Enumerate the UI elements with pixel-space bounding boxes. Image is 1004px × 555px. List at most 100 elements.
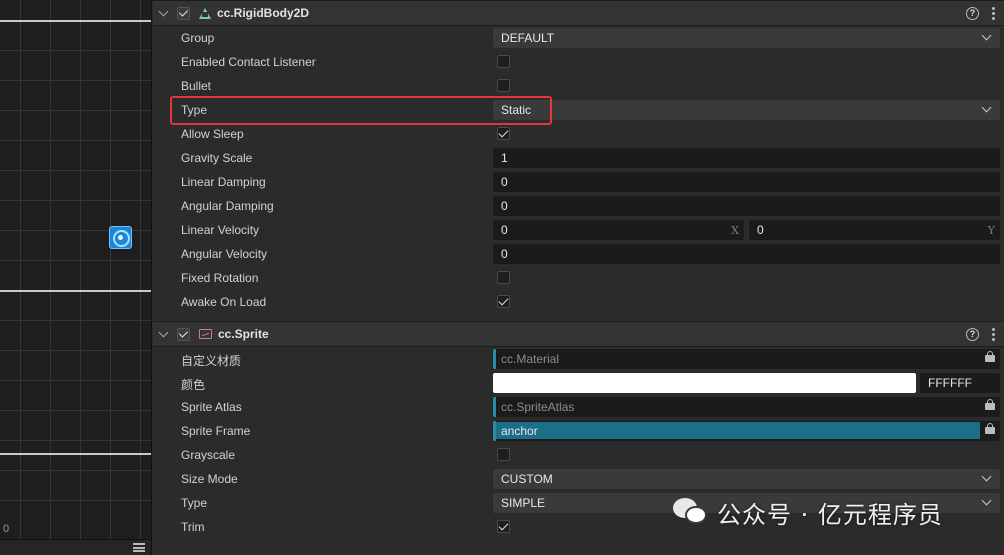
fixed-rotation-checkbox[interactable] (497, 271, 510, 284)
chevron-down-icon[interactable] (159, 8, 169, 18)
more-options-icon[interactable] (992, 328, 995, 342)
trim-checkbox[interactable] (497, 520, 510, 533)
watermark-text: 公众号 · 亿元程序员 (717, 500, 943, 529)
grid-line (0, 470, 151, 471)
prop-row-fixed-rotation: Fixed Rotation (153, 266, 1004, 290)
grid-line (0, 260, 151, 261)
angular-damping-input[interactable]: 0 (493, 196, 1000, 216)
sprite-type-label: Type (181, 496, 208, 510)
sprite-frame-fill (496, 422, 980, 439)
help-icon[interactable]: ? (966, 7, 979, 20)
bullet-label: Bullet (181, 79, 212, 93)
rigidbody-icon (199, 7, 211, 19)
rigidbody-header[interactable]: cc.RigidBody2D ? (153, 0, 1004, 26)
chevron-down-icon (981, 30, 992, 41)
grid-line (20, 0, 21, 555)
lock-icon[interactable] (985, 399, 995, 410)
linear-damping-input[interactable]: 0 (493, 172, 1000, 192)
x-axis-label: X (731, 224, 739, 237)
color-swatch[interactable] (493, 373, 916, 393)
help-icon[interactable]: ? (966, 328, 979, 341)
color-hex-input[interactable]: FFFFFF (920, 373, 1000, 393)
awake-on-load-label: Awake On Load (181, 295, 267, 309)
material-asset-field[interactable]: cc.Material (493, 349, 1000, 369)
prop-row-material: 自定义材质 cc.Material (153, 347, 1004, 371)
prop-row-linear-damping: Linear Damping 0 (153, 170, 1004, 194)
prop-row-bullet: Bullet (153, 74, 1004, 98)
gravity-scale-input[interactable]: 1 (493, 148, 1000, 168)
grid-line (0, 110, 151, 111)
material-label: 自定义材质 (181, 354, 242, 368)
grid-line (0, 200, 151, 201)
grid-line (0, 380, 151, 381)
sprite-atlas-asset-field[interactable]: cc.SpriteAtlas (493, 397, 1000, 417)
prop-row-linear-velocity: Linear Velocity 0 X 0 Y (153, 218, 1004, 242)
sprite-atlas-label: Sprite Atlas (181, 400, 242, 414)
rigidbody-enabled-checkbox[interactable] (177, 6, 190, 20)
color-label: 颜色 (181, 378, 206, 392)
wechat-icon (671, 494, 713, 530)
scene-viewport[interactable]: 0 (0, 0, 152, 555)
more-options-icon[interactable] (992, 7, 995, 21)
prop-row-sprite-frame: Sprite Frame anchor (153, 419, 1004, 443)
grid-line (0, 500, 151, 501)
scene-node-icon[interactable] (109, 226, 132, 249)
awake-on-load-checkbox[interactable] (497, 295, 510, 308)
chevron-down-icon (981, 102, 992, 113)
grayscale-checkbox[interactable] (497, 448, 510, 461)
sprite-enabled-checkbox[interactable] (177, 327, 190, 341)
size-mode-select[interactable]: CUSTOM (493, 469, 1000, 489)
menu-icon[interactable] (133, 543, 145, 552)
sprite-title: cc.Sprite (218, 327, 269, 341)
chevron-down-icon[interactable] (159, 329, 169, 339)
size-mode-label: Size Mode (181, 472, 238, 486)
prop-row-gravity-scale: Gravity Scale 1 (153, 146, 1004, 170)
sprite-frame-asset-field[interactable]: anchor (493, 421, 1000, 441)
type-highlight-box (170, 96, 552, 125)
allow-sleep-label: Allow Sleep (181, 127, 244, 141)
prop-row-sprite-atlas: Sprite Atlas cc.SpriteAtlas (153, 395, 1004, 419)
prop-row-grayscale: Grayscale (153, 443, 1004, 467)
grayscale-label: Grayscale (181, 448, 236, 462)
linear-damping-value: 0 (501, 175, 508, 189)
size-mode-value: CUSTOM (501, 472, 553, 486)
material-value: cc.Material (501, 352, 560, 366)
contact-listener-label: Enabled Contact Listener (181, 55, 316, 69)
scene-footer (0, 539, 151, 555)
bullet-checkbox[interactable] (497, 79, 510, 92)
linear-velocity-x-input[interactable]: 0 X (493, 220, 744, 240)
type-select[interactable]: Static (493, 100, 1000, 120)
inspector-panel: cc.RigidBody2D ? Group DEFAULT Enabled C… (153, 0, 1004, 555)
angular-damping-label: Angular Damping (181, 199, 274, 213)
allow-sleep-checkbox[interactable] (497, 127, 510, 140)
grid-line (0, 50, 151, 51)
grid-line (0, 440, 151, 441)
prop-row-angular-velocity: Angular Velocity 0 (153, 242, 1004, 266)
angular-velocity-input[interactable]: 0 (493, 244, 1000, 264)
grid-line (140, 0, 141, 555)
scene-axis-label: 0 (3, 523, 10, 535)
contact-listener-checkbox[interactable] (497, 55, 510, 68)
group-value: DEFAULT (501, 31, 555, 45)
sprite-header[interactable]: cc.Sprite ? (153, 321, 1004, 347)
grid-line (0, 350, 151, 351)
grid-major-line (0, 453, 151, 455)
sprite-type-value: SIMPLE (501, 496, 546, 510)
gravity-scale-value: 1 (501, 151, 508, 165)
prop-row-contact-listener: Enabled Contact Listener (153, 50, 1004, 74)
grid-line (110, 0, 111, 555)
grid-line (0, 80, 151, 81)
group-select[interactable]: DEFAULT (493, 28, 1000, 48)
grid-line (0, 320, 151, 321)
lock-icon[interactable] (985, 351, 995, 362)
lock-icon[interactable] (985, 423, 995, 434)
linear-velocity-y-input[interactable]: 0 Y (749, 220, 1000, 240)
prop-row-awake-on-load: Awake On Load (153, 290, 1004, 314)
prop-row-color: 颜色 FFFFFF (153, 371, 1004, 395)
angular-velocity-value: 0 (501, 247, 508, 261)
group-label: Group (181, 31, 215, 45)
chevron-down-icon (981, 495, 992, 506)
angular-damping-value: 0 (501, 199, 508, 213)
fixed-rotation-label: Fixed Rotation (181, 271, 259, 285)
prop-row-size-mode: Size Mode CUSTOM (153, 467, 1004, 491)
